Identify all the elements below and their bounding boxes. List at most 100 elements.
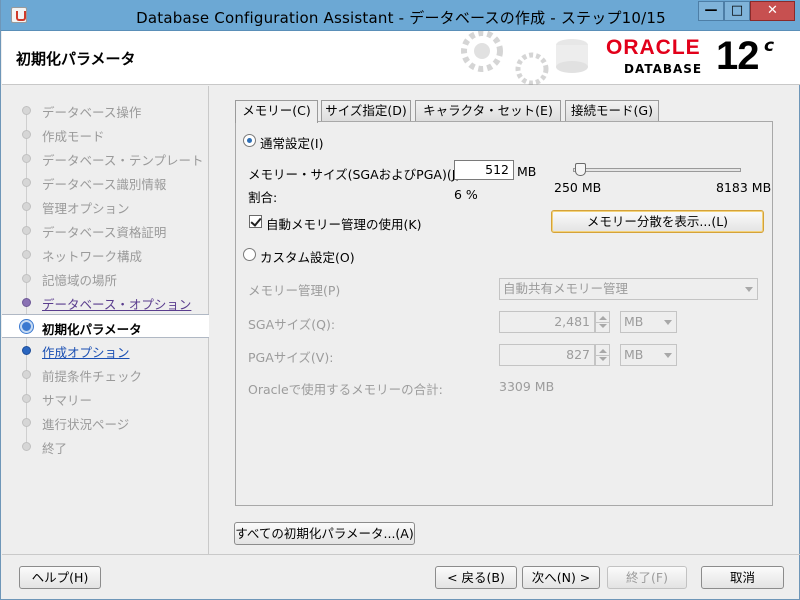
pga-size-spinner bbox=[595, 344, 610, 366]
nav-step-label: 管理オプション bbox=[42, 201, 130, 216]
minimize-button[interactable]: — bbox=[698, 1, 724, 21]
nav-step-item: ネットワーク構成 bbox=[2, 242, 209, 266]
show-memory-distribution-button[interactable]: メモリー分散を表示...(L) bbox=[551, 210, 764, 233]
tab-character-set[interactable]: キャラクタ・セット(E) bbox=[415, 100, 561, 122]
nav-step-label: データベース操作 bbox=[42, 105, 142, 120]
memory-management-value: 自動共有メモリー管理 bbox=[503, 281, 629, 296]
total-memory-value: 3309 MB bbox=[499, 379, 555, 394]
sga-unit-select: MB bbox=[620, 311, 677, 333]
percent-value: 6 % bbox=[454, 187, 478, 202]
nav-step-item: データベース・テンプレート bbox=[2, 146, 209, 170]
nav-step-label: サマリー bbox=[42, 393, 93, 408]
cancel-button[interactable]: 取消 bbox=[701, 566, 784, 589]
nav-step-item: 管理オプション bbox=[2, 194, 209, 218]
pga-size-input: 827 bbox=[499, 344, 595, 366]
custom-settings-label[interactable]: カスタム設定(O) bbox=[260, 247, 355, 266]
nav-step-label: 作成オプション bbox=[42, 345, 130, 360]
back-button[interactable]: < 戻る(B) bbox=[435, 566, 517, 589]
step-status-icon bbox=[22, 130, 31, 139]
percent-label: 割合: bbox=[248, 190, 278, 205]
maximize-button[interactable]: □ bbox=[724, 1, 750, 21]
nav-step-label: データベース資格証明 bbox=[42, 225, 167, 240]
sga-size-spinner bbox=[595, 311, 610, 333]
step-status-icon bbox=[22, 394, 31, 403]
auto-memory-label[interactable]: 自動メモリー管理の使用(K) bbox=[266, 214, 421, 233]
minimize-icon: — bbox=[704, 3, 718, 18]
step-status-icon bbox=[22, 226, 31, 235]
step-status-icon bbox=[22, 106, 31, 115]
spin-up-icon bbox=[599, 349, 607, 353]
tab-sizing[interactable]: サイズ指定(D) bbox=[321, 100, 411, 122]
memory-management-label: メモリー管理(P) bbox=[248, 283, 341, 298]
nav-step-item[interactable]: 作成オプション bbox=[2, 338, 209, 362]
custom-settings-radio[interactable] bbox=[243, 248, 256, 261]
memory-management-select: 自動共有メモリー管理 bbox=[499, 278, 758, 300]
slider-min-label: 250 MB bbox=[554, 180, 602, 195]
nav-step-item: データベース操作 bbox=[2, 98, 209, 122]
spin-up-icon bbox=[599, 316, 607, 320]
gears-decoration-icon bbox=[461, 31, 588, 85]
slider-max-label: 8183 MB bbox=[716, 180, 772, 195]
sga-size-label: SGAサイズ(Q): bbox=[248, 317, 336, 332]
nav-step-label: ネットワーク構成 bbox=[42, 249, 143, 264]
typical-settings-radio[interactable] bbox=[243, 134, 256, 147]
step-status-icon bbox=[22, 442, 31, 451]
nav-step-label: データベース識別情報 bbox=[42, 177, 167, 192]
sga-unit-value: MB bbox=[624, 314, 644, 329]
nav-step-item: データベース資格証明 bbox=[2, 218, 209, 242]
auto-memory-checkbox[interactable] bbox=[249, 215, 262, 228]
database-logo-text: DATABASE bbox=[624, 62, 703, 76]
memory-size-label: メモリー・サイズ(SGAおよびPGA)(J): bbox=[248, 167, 465, 182]
step-status-icon bbox=[22, 346, 31, 355]
nav-step-item: データベース識別情報 bbox=[2, 170, 209, 194]
tab-memory[interactable]: メモリー(C) bbox=[235, 100, 318, 123]
pga-size-label: PGAサイズ(V): bbox=[248, 350, 334, 365]
close-button[interactable]: ✕ bbox=[750, 1, 795, 21]
spin-down-icon bbox=[599, 357, 607, 361]
memory-slider-track[interactable] bbox=[573, 168, 741, 172]
memory-slider-thumb[interactable] bbox=[574, 163, 586, 176]
nav-step-label: 記憶域の場所 bbox=[42, 273, 118, 288]
tab-connection-mode[interactable]: 接続モード(G) bbox=[565, 100, 659, 122]
step-status-icon bbox=[22, 274, 31, 283]
nav-step-item[interactable]: データベース・オプション bbox=[2, 290, 209, 314]
step-status-icon bbox=[22, 202, 31, 211]
sga-size-input: 2,481 bbox=[499, 311, 595, 333]
memory-tab-panel: 通常設定(I) メモリー・サイズ(SGAおよびPGA)(J): 512 MB 2… bbox=[235, 121, 773, 506]
total-memory-label: Oracleで使用するメモリーの合計: bbox=[248, 382, 443, 397]
nav-step-item: 進行状況ページ bbox=[2, 410, 209, 434]
nav-step-label: 終了 bbox=[42, 441, 68, 456]
nav-step-item: 終了 bbox=[2, 434, 209, 458]
pga-unit-value: MB bbox=[624, 347, 644, 362]
nav-step-item: 作成モード bbox=[2, 122, 209, 146]
chevron-down-icon bbox=[745, 287, 753, 292]
spin-down-icon bbox=[599, 324, 607, 328]
footer-divider bbox=[2, 554, 800, 555]
memory-size-input[interactable]: 512 bbox=[454, 160, 514, 180]
nav-step-label: 進行状況ページ bbox=[42, 417, 130, 432]
chevron-down-icon bbox=[664, 320, 672, 325]
step-status-icon bbox=[22, 298, 31, 307]
version-suffix: c bbox=[764, 36, 775, 56]
close-icon: ✕ bbox=[767, 3, 778, 18]
nav-step-item: 記憶域の場所 bbox=[2, 266, 209, 290]
help-button[interactable]: ヘルプ(H) bbox=[19, 566, 101, 589]
all-init-params-button[interactable]: すべての初期化パラメータ...(A) bbox=[234, 522, 415, 545]
step-status-icon bbox=[20, 320, 33, 333]
nav-step-item: 前提条件チェック bbox=[2, 362, 209, 386]
chevron-down-icon bbox=[664, 353, 672, 358]
nav-step-label: 前提条件チェック bbox=[42, 369, 143, 384]
memory-size-unit: MB bbox=[517, 164, 537, 179]
nav-step-label: 初期化パラメータ bbox=[42, 322, 142, 337]
page-title: 初期化パラメータ bbox=[16, 50, 136, 68]
nav-step-item: サマリー bbox=[2, 386, 209, 410]
page-header: 初期化パラメータ ORACLE DATABASE 12 c bbox=[2, 31, 800, 85]
typical-settings-label[interactable]: 通常設定(I) bbox=[260, 133, 323, 152]
step-status-icon bbox=[22, 418, 31, 427]
step-status-icon bbox=[22, 370, 31, 379]
nav-step-item[interactable]: 初期化パラメータ bbox=[2, 314, 209, 338]
next-button[interactable]: 次へ(N) > bbox=[522, 566, 600, 589]
step-navigation: データベース操作作成モード データベース・テンプレートデータベース識別情報 管理オプ… bbox=[2, 86, 209, 554]
title-bar: Database Configuration Assistant - データベー… bbox=[1, 0, 800, 31]
pga-unit-select: MB bbox=[620, 344, 677, 366]
